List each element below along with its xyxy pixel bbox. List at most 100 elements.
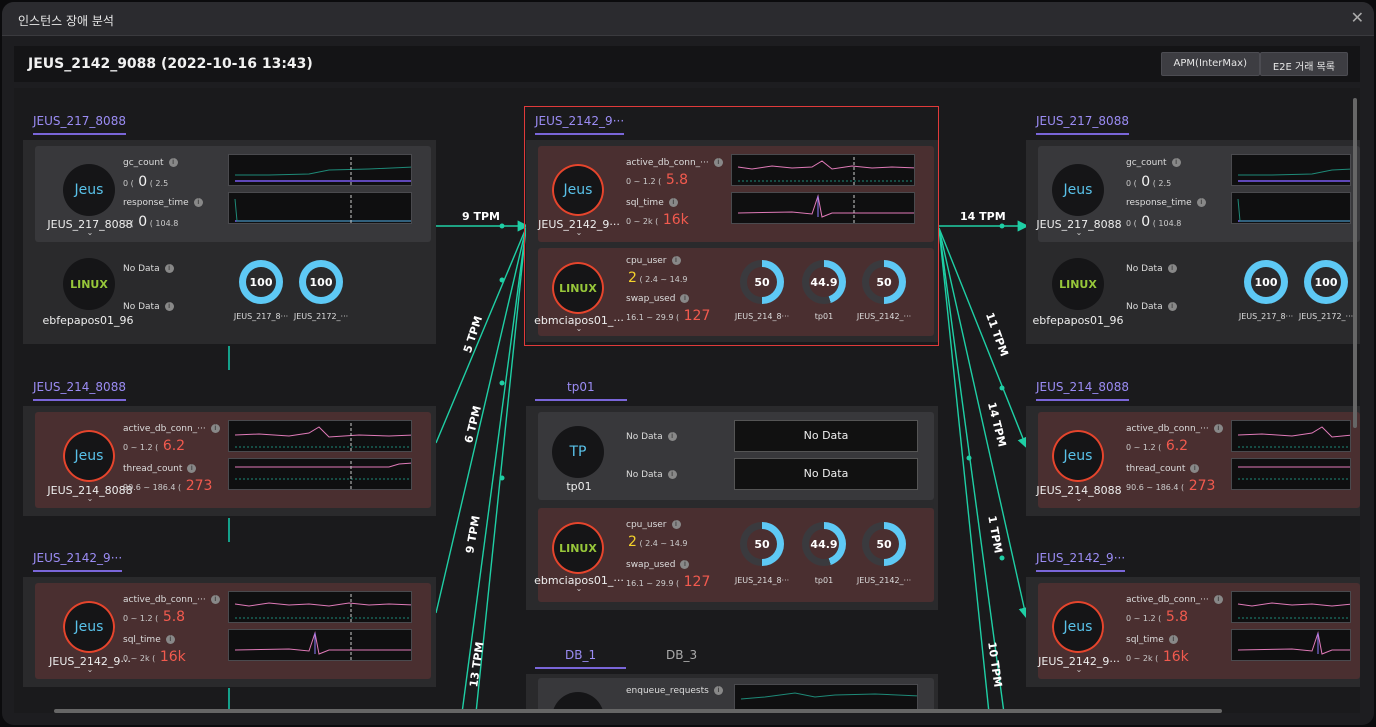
flow-dot <box>499 475 505 481</box>
chevron-down-icon[interactable]: ⌄ <box>524 228 634 237</box>
info-icon[interactable]: i <box>187 464 197 473</box>
tp-section[interactable]: TP tp01 No Data i No Data i No Data No Dat… <box>538 412 934 500</box>
metric-label: sql_time i <box>123 635 175 645</box>
apm-intermax-button[interactable]: APM(InterMax) <box>1160 52 1260 76</box>
was-section[interactable]: Jeus JEUS_214_8088 ⌄ active_db_conn_··· i… <box>35 412 431 508</box>
metric-label: gc_count i <box>1126 158 1181 168</box>
connector <box>228 518 230 542</box>
info-icon[interactable]: i <box>1167 302 1177 311</box>
topology-canvas[interactable]: 9 TPM 5 TPM 6 TPM 9 TPM 13 TPM 14 TPM 11… <box>14 88 1360 713</box>
was-section[interactable]: Jeus JEUS_217_8088 ⌄ gc_count i 0 ( 0 ( 2… <box>35 146 431 242</box>
info-icon[interactable]: i <box>667 432 677 441</box>
was-section[interactable]: Jeus JEUS_214_8088 ⌄ active_db_conn_··· i… <box>1036 412 1360 508</box>
info-icon[interactable]: i <box>210 595 220 604</box>
info-icon[interactable]: i <box>164 302 174 311</box>
jeus-icon: Jeus <box>1052 601 1104 653</box>
chevron-down-icon[interactable]: ⌄ <box>35 665 145 674</box>
info-icon[interactable]: i <box>1213 424 1223 433</box>
info-icon[interactable]: i <box>1167 264 1177 273</box>
jeus-icon: Jeus <box>63 601 115 653</box>
tab-jeus-217-left[interactable]: JEUS_217_8088 <box>33 114 126 135</box>
chevron-down-icon[interactable]: ⌄ <box>524 584 634 593</box>
gauge-donut[interactable]: 50 <box>862 522 906 566</box>
info-icon[interactable]: i <box>210 424 220 433</box>
connector <box>228 346 230 370</box>
gauge-donut[interactable]: 100 <box>1244 260 1288 304</box>
node-panel: TP tp01 No Data i No Data i No Data No Dat… <box>526 406 938 610</box>
metric-label: No Data i <box>123 302 174 312</box>
metric-label: cpu_user i <box>626 256 681 266</box>
chevron-down-icon[interactable]: ⌄ <box>1024 228 1134 237</box>
gauge-donut[interactable]: 44.9 <box>802 260 846 304</box>
tab-jeus-214-right[interactable]: JEUS_214_8088 <box>1036 380 1129 401</box>
was-section[interactable]: Jeus JEUS_2142_9··· ⌄ active_db_conn_···… <box>538 146 934 242</box>
info-icon[interactable]: i <box>667 470 677 479</box>
info-icon[interactable]: i <box>671 520 681 529</box>
gauge-donut[interactable]: 50 <box>740 522 784 566</box>
info-icon[interactable]: i <box>165 635 175 644</box>
info-icon[interactable]: i <box>193 198 203 207</box>
flow-dot <box>999 555 1005 561</box>
gauge-donut[interactable]: 100 <box>1304 260 1348 304</box>
tab-jeus-2142-right[interactable]: JEUS_2142_9··· <box>1036 551 1126 572</box>
sparkline-chart <box>1231 458 1351 490</box>
gauge-donut[interactable]: 44.9 <box>802 522 846 566</box>
flow-line <box>938 227 1029 449</box>
info-icon[interactable]: i <box>1196 198 1206 207</box>
metric-label: swap_used i <box>626 560 690 570</box>
info-icon[interactable]: i <box>1168 635 1178 644</box>
info-icon[interactable]: i <box>680 560 690 569</box>
metric-value: 0 ~ 1.2 ( 6.2 <box>123 438 186 454</box>
info-icon[interactable]: i <box>164 264 174 273</box>
metric-label: enqueue_requests i <box>626 686 723 696</box>
tab-jeus-217-right[interactable]: JEUS_217_8088 <box>1036 114 1129 135</box>
metric-label: sql_time i <box>626 198 678 208</box>
vertical-scrollbar[interactable] <box>1353 98 1357 428</box>
metric-value: 0 ( 0 ( 104.8 <box>1126 214 1182 230</box>
was-section[interactable]: Jeus JEUS_217_8088 ⌄ gc_count i 0 ( 0 ( 2… <box>1036 146 1360 242</box>
tab-db-3[interactable]: DB_3 <box>666 648 697 667</box>
info-icon[interactable]: i <box>1190 464 1200 473</box>
metric-value: 90.6 ~ 186.4 ( 273 <box>123 478 213 494</box>
tab-jeus-214-left[interactable]: JEUS_214_8088 <box>33 380 126 401</box>
metric-value: 0 ( 0 ( 2.5 <box>1126 174 1172 190</box>
chevron-down-icon[interactable]: ⌄ <box>1024 665 1134 674</box>
sparkline-chart <box>1231 591 1351 623</box>
info-icon[interactable]: i <box>671 256 681 265</box>
gauge-donut[interactable]: 100 <box>299 260 343 304</box>
info-icon[interactable]: i <box>713 686 723 695</box>
info-icon[interactable]: i <box>168 158 178 167</box>
tab-tp01[interactable]: tp01 <box>535 380 627 401</box>
node-name: tp01 <box>566 480 592 493</box>
info-icon[interactable]: i <box>713 158 723 167</box>
metric-label: active_db_conn_··· i <box>123 595 220 605</box>
db-section[interactable]: enqueue_requests i <box>538 678 934 713</box>
horizontal-scrollbar[interactable] <box>54 709 1222 713</box>
info-icon[interactable]: i <box>680 294 690 303</box>
info-icon[interactable]: i <box>1171 158 1181 167</box>
chevron-down-icon[interactable]: ⌄ <box>524 324 634 333</box>
tab-jeus-2142-left[interactable]: JEUS_2142_9··· <box>33 551 123 572</box>
titlebar: 인스턴스 장애 분석 ✕ <box>2 2 1374 36</box>
gauge-donut[interactable]: 100 <box>239 260 283 304</box>
e2e-list-button[interactable]: E2E 거래 목록 <box>1259 52 1348 76</box>
jeus-icon: Jeus <box>63 430 115 482</box>
gauge-donut[interactable]: 50 <box>862 260 906 304</box>
chevron-down-icon[interactable]: ⌄ <box>35 494 145 503</box>
sparkline-chart <box>1231 629 1351 661</box>
was-section[interactable]: Jeus JEUS_2142_9··· ⌄ active_db_conn_···… <box>35 583 431 679</box>
was-section[interactable]: Jeus JEUS_2142_9··· ⌄ active_db_conn_···… <box>1038 583 1360 679</box>
gauge-donut[interactable]: 50 <box>740 260 784 304</box>
tab-db-1[interactable]: DB_1 <box>535 648 627 669</box>
node-panel: Jeus JEUS_2142_9··· ⌄ active_db_conn_···… <box>1026 577 1360 687</box>
info-icon[interactable]: i <box>1213 595 1223 604</box>
os-section[interactable]: LINUX ebmciapos01_··· ⌄ cpu_user i 2 ( 2.… <box>534 508 934 602</box>
tab-jeus-2142-center[interactable]: JEUS_2142_9··· <box>535 114 625 135</box>
os-section[interactable]: LINUX ebmciapos01_··· ⌄ cpu_user i 2 ( 2.… <box>534 248 934 336</box>
chevron-down-icon[interactable]: ⌄ <box>1024 494 1134 503</box>
flow-line <box>461 227 527 713</box>
info-icon[interactable]: i <box>668 198 678 207</box>
flow-dot <box>966 455 972 461</box>
close-icon[interactable]: ✕ <box>1351 8 1364 27</box>
flow-dot <box>499 380 505 386</box>
